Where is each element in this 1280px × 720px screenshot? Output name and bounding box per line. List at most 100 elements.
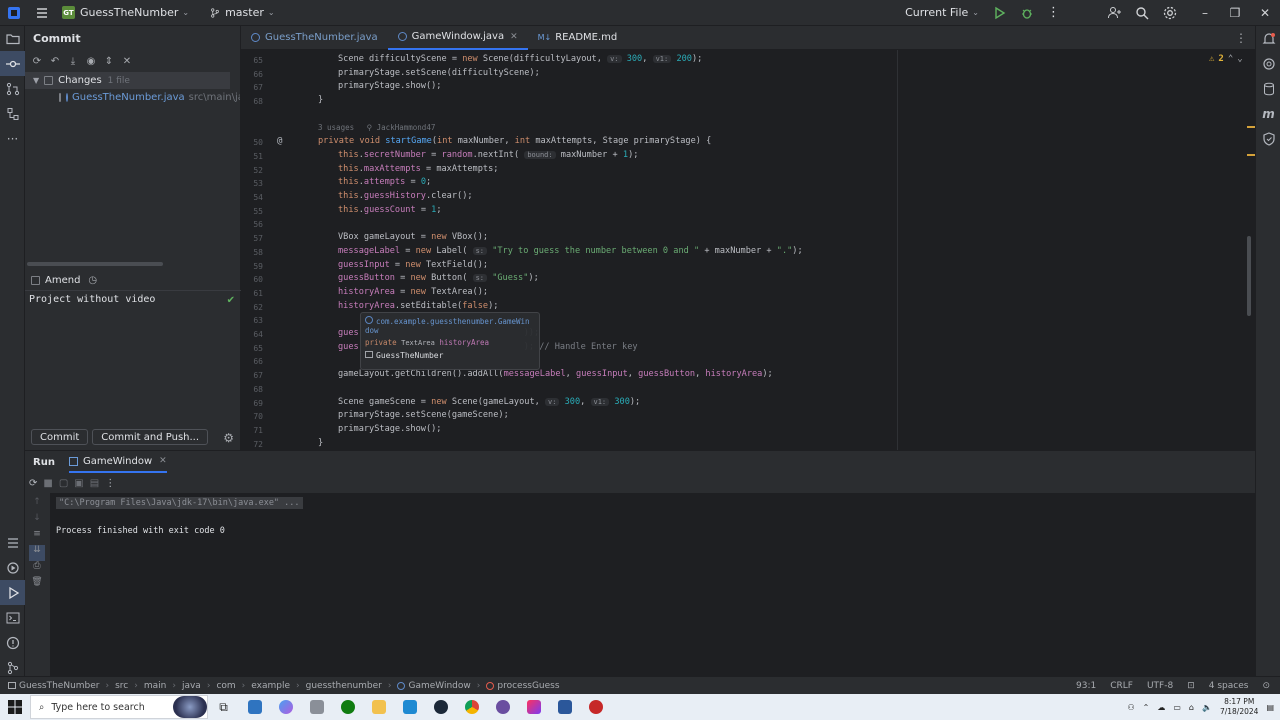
- more-options-icon[interactable]: ⋮: [105, 478, 115, 489]
- notification-center-icon[interactable]: ▤: [1266, 703, 1274, 712]
- breadcrumb-item[interactable]: java: [182, 681, 201, 691]
- ai-assistant-icon[interactable]: [1256, 51, 1280, 76]
- scroll-up-icon[interactable]: ↑: [29, 497, 45, 513]
- taskbar-search-input[interactable]: ⌕ Type here to search: [30, 695, 208, 719]
- refresh-icon[interactable]: ⟳: [29, 53, 45, 69]
- minimize-button[interactable]: –: [1190, 6, 1220, 20]
- dump-threads-icon[interactable]: ▣: [74, 478, 83, 489]
- breadcrumb-item[interactable]: GuessTheNumber: [19, 681, 100, 691]
- obs-app-icon[interactable]: [487, 694, 518, 720]
- changed-file-row[interactable]: GuessTheNumber.java src\main\java\com: [25, 89, 240, 106]
- soft-wrap-icon[interactable]: ≡: [29, 529, 45, 545]
- intellij-app-icon[interactable]: [518, 694, 549, 720]
- debug-icon[interactable]: [1013, 0, 1041, 26]
- more-options-icon[interactable]: ⋮: [1041, 0, 1066, 26]
- pull-requests-icon[interactable]: [0, 76, 25, 101]
- tab-readme[interactable]: M↓ README.md: [528, 26, 628, 50]
- add-user-icon[interactable]: [1100, 0, 1128, 26]
- show-diff-icon[interactable]: ◉: [83, 53, 99, 69]
- breadcrumb-item[interactable]: guessthenumber: [306, 681, 382, 691]
- file-encoding[interactable]: UTF-8: [1147, 681, 1173, 691]
- media-app-icon[interactable]: [580, 694, 611, 720]
- windows-start-icon[interactable]: [0, 700, 30, 714]
- copilot-app-icon[interactable]: [270, 694, 301, 720]
- project-selector[interactable]: GT GuessTheNumber ⌄: [56, 0, 195, 26]
- steam-app-icon[interactable]: [425, 694, 456, 720]
- task-view-icon[interactable]: ⧉: [208, 694, 239, 720]
- clock-history-icon[interactable]: ◷: [88, 275, 97, 286]
- chevron-up-icon[interactable]: ⌃: [1228, 54, 1233, 64]
- tabs-menu-icon[interactable]: ⋮: [1235, 31, 1247, 45]
- breadcrumb-item[interactable]: GameWindow: [408, 681, 470, 691]
- people-icon[interactable]: ⚇: [1127, 703, 1134, 712]
- run-config-selector[interactable]: Current File ⌄: [899, 0, 985, 26]
- run-panel-title[interactable]: Run: [33, 457, 55, 468]
- scroll-down-icon[interactable]: ↓: [29, 513, 45, 529]
- amend-checkbox[interactable]: [31, 275, 40, 285]
- usages-hint[interactable]: 3 usages ⚲ JackHammond47: [318, 123, 435, 132]
- vscode-app-icon[interactable]: [394, 694, 425, 720]
- settings-gear-icon[interactable]: [1156, 0, 1184, 26]
- shield-icon[interactable]: [1256, 126, 1280, 151]
- run-icon[interactable]: [985, 0, 1013, 26]
- rerun-icon[interactable]: ⟳: [29, 478, 37, 489]
- tab-run-config[interactable]: GameWindow ✕: [68, 451, 167, 473]
- caret-position[interactable]: 93:1: [1076, 681, 1096, 691]
- close-window-button[interactable]: ✕: [1250, 6, 1280, 20]
- store-app-icon[interactable]: [239, 694, 270, 720]
- word-app-icon[interactable]: [549, 694, 580, 720]
- override-at-icon[interactable]: @: [277, 136, 282, 146]
- laptop-icon[interactable]: ▭: [1173, 703, 1181, 712]
- horizontal-scrollbar[interactable]: [27, 262, 163, 266]
- restore-button[interactable]: ❐: [1220, 6, 1250, 20]
- cloud-icon[interactable]: ☁: [1157, 703, 1165, 712]
- taskbar-clock[interactable]: 8:17 PM 7/18/2024: [1220, 697, 1258, 717]
- code-editor[interactable]: ⚠ 2 ⌃ ⌄ @ 65 66 67 68 50 51 52 53 54 55 5…: [241, 50, 1255, 450]
- network-icon[interactable]: ⌂: [1189, 703, 1194, 712]
- inspection-widget[interactable]: ⚠ 2 ⌃ ⌄: [1209, 54, 1243, 64]
- changes-group[interactable]: ▼ Changes 1 file: [25, 72, 230, 89]
- tab-gamewindow[interactable]: GameWindow.java ✕: [387, 26, 528, 50]
- structure-icon[interactable]: [0, 101, 25, 126]
- layout-icon[interactable]: ▤: [90, 478, 99, 489]
- chevron-down-icon[interactable]: ⌄: [1237, 54, 1242, 64]
- volume-icon[interactable]: 🔈: [1202, 703, 1212, 712]
- project-folder-icon[interactable]: [0, 26, 25, 51]
- photos-app-icon[interactable]: [301, 694, 332, 720]
- database-icon[interactable]: [1256, 76, 1280, 101]
- stop-icon[interactable]: ■: [43, 478, 52, 489]
- line-separator[interactable]: CRLF: [1110, 681, 1133, 691]
- file-explorer-icon[interactable]: [363, 694, 394, 720]
- changes-checkbox[interactable]: [44, 76, 54, 85]
- quick-documentation-popup[interactable]: com.example.guessthenumber.GameWin dow p…: [360, 312, 540, 370]
- commit-tool-icon[interactable]: [0, 51, 25, 76]
- close-tab-icon[interactable]: ✕: [510, 32, 518, 42]
- problems-icon[interactable]: [0, 630, 25, 655]
- console-output[interactable]: "C:\Program Files\Java\jdk-17\bin\java.e…: [50, 493, 1255, 677]
- chevron-down-icon[interactable]: ▼: [33, 76, 39, 85]
- commit-button[interactable]: Commit: [31, 429, 89, 445]
- breadcrumb-item[interactable]: com: [216, 681, 235, 691]
- maven-icon[interactable]: m: [1256, 101, 1280, 126]
- breadcrumb-item[interactable]: example: [251, 681, 290, 691]
- tab-guessthenumber[interactable]: GuessTheNumber.java: [241, 26, 388, 50]
- services-icon[interactable]: [0, 555, 25, 580]
- update-project-icon[interactable]: ⤓: [65, 53, 81, 69]
- clear-trash-icon[interactable]: 🗑: [29, 577, 45, 593]
- chevron-up-icon[interactable]: ⌃: [1143, 703, 1150, 712]
- commit-and-push-button[interactable]: Commit and Push...: [92, 429, 209, 445]
- branch-selector[interactable]: master ⌄: [203, 0, 281, 26]
- rollback-icon[interactable]: ↶: [47, 53, 63, 69]
- breadcrumb-item[interactable]: main: [144, 681, 167, 691]
- lock-icon[interactable]: ⊡: [1187, 681, 1195, 691]
- scroll-to-end-icon[interactable]: ⇊: [29, 545, 45, 561]
- search-icon[interactable]: [1128, 0, 1156, 26]
- close-tab-icon[interactable]: ✕: [159, 456, 167, 466]
- print-icon[interactable]: ⎙: [29, 561, 45, 577]
- vertical-scrollbar[interactable]: [1247, 236, 1251, 316]
- file-checkbox[interactable]: [59, 93, 61, 102]
- xbox-app-icon[interactable]: [332, 694, 363, 720]
- main-menu-icon[interactable]: [28, 0, 56, 26]
- notifications-icon[interactable]: [1256, 26, 1280, 51]
- todo-list-icon[interactable]: [0, 530, 25, 555]
